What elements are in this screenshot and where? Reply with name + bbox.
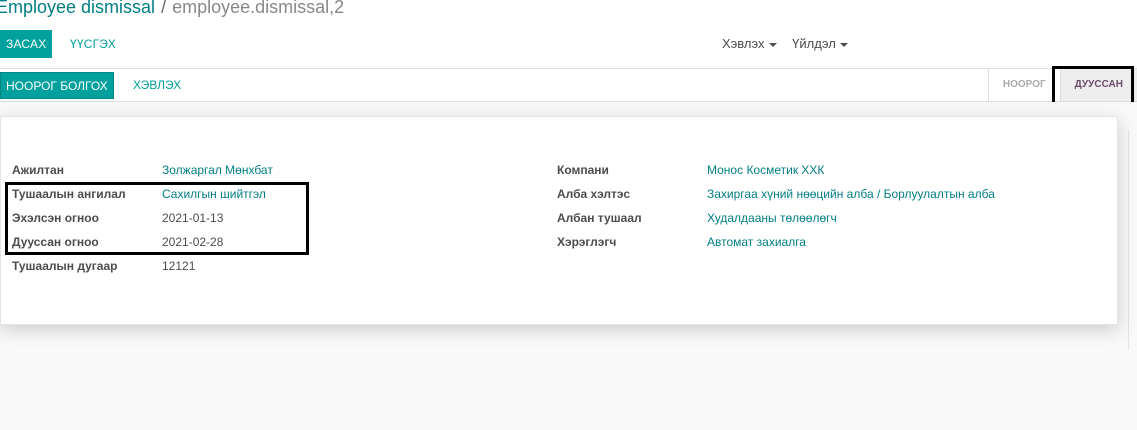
end-date-label: Дууссан огноо xyxy=(12,235,99,249)
department-value[interactable]: Захиргаа хүний нөөцийн алба / Борлуулалт… xyxy=(707,187,995,201)
breadcrumb-separator: / xyxy=(161,0,167,17)
job-position-label: Албан тушаал xyxy=(557,211,642,225)
start-date-label: Эхэлсэн огноо xyxy=(12,211,99,225)
department-label: Алба хэлтэс xyxy=(557,187,631,201)
action-dropdowns: Хэвлэх Үйлдэл xyxy=(722,36,860,51)
edit-button[interactable]: ЗАСАХ xyxy=(0,30,53,58)
job-position-value[interactable]: Худалдааны төлөөлөгч xyxy=(707,211,837,225)
print-button[interactable]: ХЭВЛЭХ xyxy=(133,72,181,99)
set-draft-button[interactable]: НООРОГ БОЛГОХ xyxy=(0,72,114,99)
company-value[interactable]: Монос Косметик ХХК xyxy=(707,163,824,177)
form-view: Employee dismissal / employee.dismissal,2 … xyxy=(0,0,1137,430)
stage-done[interactable]: ДУУССАН xyxy=(1059,69,1137,101)
user-value[interactable]: Автомат захиалга xyxy=(707,235,806,249)
create-button[interactable]: ҮҮСГЭХ xyxy=(70,30,116,58)
action-dropdown-label: Үйлдэл xyxy=(792,36,836,51)
start-date-value: 2021-01-13 xyxy=(162,211,224,225)
divider xyxy=(1128,130,1129,350)
stage-pipeline: НООРОГ ДУУССАН xyxy=(987,69,1137,101)
order-type-label: Тушаалын ангилал xyxy=(12,187,126,201)
stage-draft[interactable]: НООРОГ xyxy=(987,69,1060,101)
order-type-value[interactable]: Сахилгын шийтгэл xyxy=(162,187,266,201)
company-label: Компани xyxy=(557,163,609,177)
statusbar: НООРОГ БОЛГОХ ХЭВЛЭХ НООРОГ ДУУССАН xyxy=(0,68,1137,102)
action-dropdown[interactable]: Үйлдэл xyxy=(792,36,848,51)
order-number-label: Тушаалын дугаар xyxy=(12,259,118,273)
user-label: Хэрэглэгч xyxy=(557,235,617,249)
breadcrumb: Employee dismissal / employee.dismissal,2 xyxy=(0,0,344,18)
print-dropdown[interactable]: Хэвлэх xyxy=(722,36,777,51)
print-dropdown-label: Хэвлэх xyxy=(722,36,765,51)
employee-value[interactable]: Золжаргал Мөнхбат xyxy=(162,163,273,177)
caret-down-icon xyxy=(768,42,777,47)
order-number-value: 12121 xyxy=(162,259,196,273)
employee-label: Ажилтан xyxy=(12,163,64,177)
caret-down-icon xyxy=(839,42,848,47)
breadcrumb-current: employee.dismissal,2 xyxy=(172,0,345,17)
breadcrumb-parent-link[interactable]: Employee dismissal xyxy=(0,0,155,17)
end-date-value: 2021-02-28 xyxy=(162,235,224,249)
